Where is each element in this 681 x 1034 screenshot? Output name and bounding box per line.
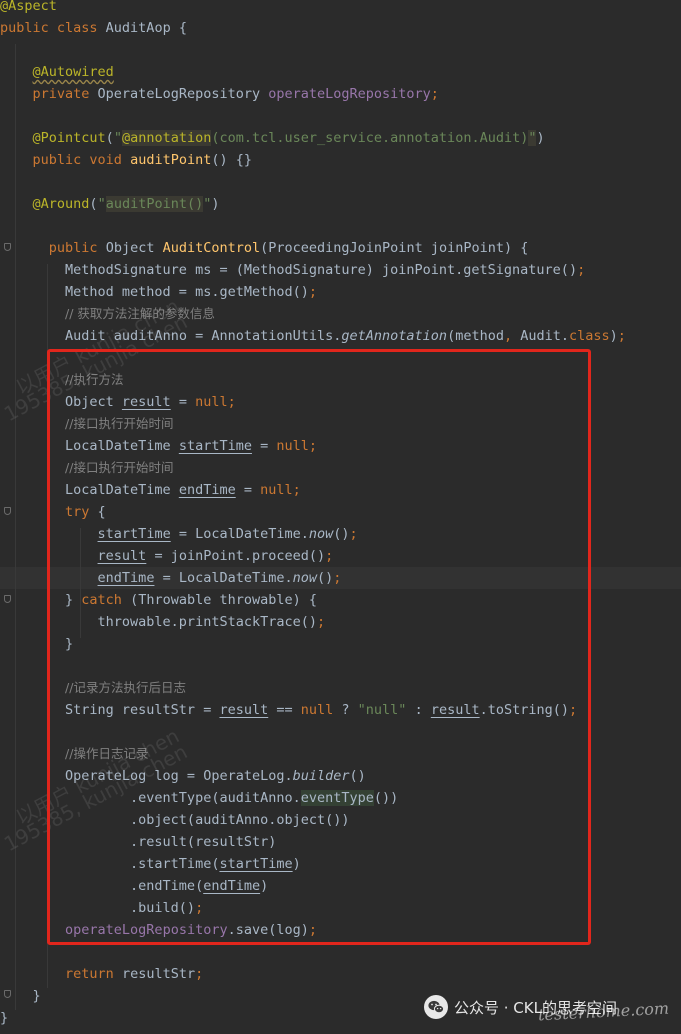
code-line[interactable]: @Aspect bbox=[0, 0, 681, 17]
code-token: @Around bbox=[32, 196, 90, 212]
code-token: MethodSignature ms = (MethodSignature) j… bbox=[0, 262, 578, 278]
code-token: OperateLogRepository bbox=[97, 86, 269, 102]
code-token: " bbox=[113, 130, 122, 146]
code-token: auditPoint() bbox=[105, 196, 204, 212]
indent-guide bbox=[15, 44, 16, 1010]
code-token: = AnnotationUtils. bbox=[186, 328, 342, 344]
code-line[interactable]: return resultStr; bbox=[0, 963, 681, 985]
code-token: auditPoint bbox=[130, 152, 212, 168]
code-token: private bbox=[32, 86, 98, 102]
fold-marker-icon[interactable] bbox=[4, 595, 11, 603]
code-line[interactable]: public Object AuditControl(ProceedingJoi… bbox=[0, 237, 681, 259]
fold-marker-icon[interactable] bbox=[4, 990, 11, 998]
code-token: return bbox=[65, 966, 122, 982]
code-line[interactable]: Method method = ms.getMethod(); bbox=[0, 281, 681, 303]
code-token: ; bbox=[577, 262, 586, 278]
code-line[interactable]: MethodSignature ms = (MethodSignature) j… bbox=[0, 259, 681, 281]
code-token: ; bbox=[195, 966, 204, 982]
code-token: (ProceedingJoinPoint joinPoint) { bbox=[260, 240, 529, 256]
code-token: Audit. bbox=[520, 328, 570, 344]
code-token: AuditAop { bbox=[105, 20, 187, 36]
code-token: ( bbox=[105, 130, 114, 146]
wechat-icon bbox=[424, 995, 448, 1019]
code-token: (method bbox=[447, 328, 504, 344]
code-token: public void bbox=[32, 152, 131, 168]
code-token: AuditControl bbox=[162, 240, 261, 256]
code-token: @Autowired bbox=[32, 64, 114, 80]
code-line[interactable] bbox=[0, 39, 681, 61]
code-token: ) bbox=[609, 328, 618, 344]
highlight-annotation-box bbox=[47, 349, 591, 945]
code-token: " bbox=[97, 196, 106, 212]
code-token: Object bbox=[105, 240, 163, 256]
code-line[interactable]: private OperateLogRepository operateLogR… bbox=[0, 83, 681, 105]
code-line[interactable]: public class AuditAop { bbox=[0, 17, 681, 39]
code-token: @Pointcut bbox=[32, 130, 106, 146]
code-line[interactable]: // 获取方法注解的参数信息 bbox=[0, 303, 681, 325]
fold-marker-icon[interactable] bbox=[4, 243, 11, 251]
code-token: (com.tcl.user_service.annotation.Audit) bbox=[211, 130, 529, 146]
code-token: , bbox=[503, 328, 521, 344]
code-token: ; bbox=[617, 328, 626, 344]
code-token: @annotation bbox=[121, 130, 212, 146]
code-line[interactable] bbox=[0, 215, 681, 237]
code-token: ) bbox=[536, 130, 545, 146]
code-token: public bbox=[48, 240, 106, 256]
code-token: public class bbox=[0, 20, 106, 36]
code-token: ; bbox=[308, 284, 317, 300]
fold-marker-icon[interactable] bbox=[4, 507, 11, 515]
code-token: getAnnotation bbox=[341, 328, 448, 344]
code-line[interactable]: @Around("auditPoint()") bbox=[0, 193, 681, 215]
code-token: ; bbox=[430, 86, 439, 102]
code-token: () {} bbox=[211, 152, 252, 168]
code-token: class bbox=[569, 328, 610, 344]
code-token: operateLogRepository bbox=[268, 86, 431, 102]
code-line[interactable]: @Autowired bbox=[0, 61, 681, 83]
code-token: ( bbox=[89, 196, 98, 212]
code-line[interactable] bbox=[0, 171, 681, 193]
code-token: } bbox=[0, 1010, 9, 1026]
code-token: resultStr bbox=[121, 966, 196, 982]
code-token: ) bbox=[211, 196, 220, 212]
code-line[interactable]: public void auditPoint() {} bbox=[0, 149, 681, 171]
code-token: @Aspect bbox=[0, 0, 57, 14]
code-line[interactable] bbox=[0, 105, 681, 127]
code-line[interactable]: @Pointcut("@annotation(com.tcl.user_serv… bbox=[0, 127, 681, 149]
